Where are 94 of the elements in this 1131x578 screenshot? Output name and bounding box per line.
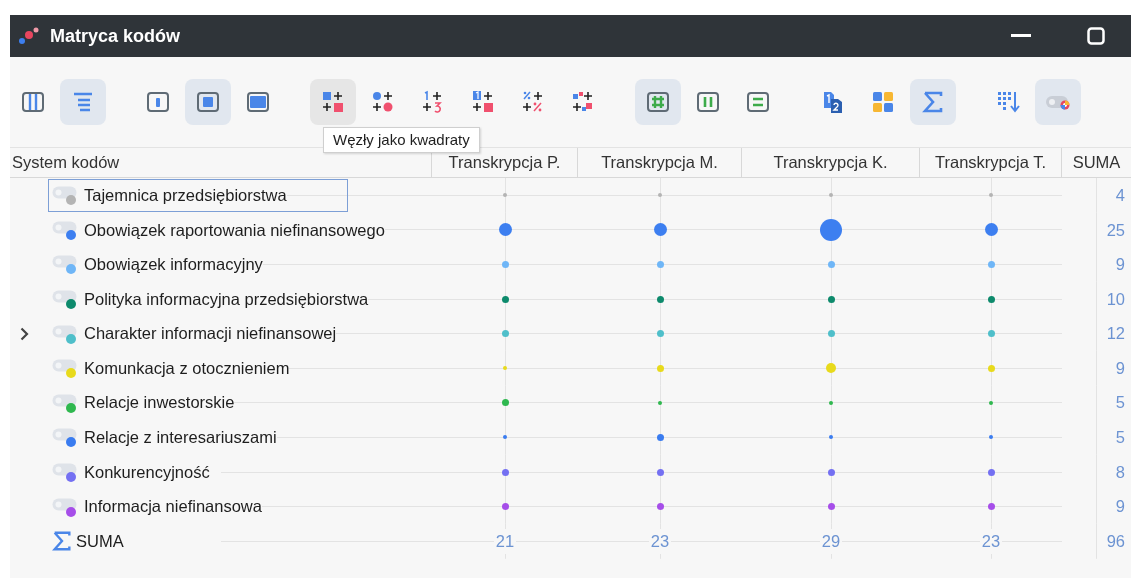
matrix-dot[interactable] bbox=[658, 400, 662, 405]
matrix-dot[interactable] bbox=[984, 223, 998, 237]
toolbar-button[interactable] bbox=[60, 79, 106, 125]
list-icon bbox=[71, 90, 95, 114]
toolbar-button[interactable] bbox=[910, 79, 956, 125]
matrix-dot[interactable] bbox=[503, 435, 507, 440]
matrix-dot[interactable] bbox=[987, 261, 995, 268]
table-row[interactable]: Komunkacja z otocznieniem 9 bbox=[10, 350, 1131, 386]
matrix-dot[interactable] bbox=[827, 295, 835, 303]
column-sum: 23 bbox=[648, 528, 672, 554]
matrix-dot[interactable] bbox=[503, 366, 507, 371]
table-row[interactable]: Obowiązek informacyjny 9 bbox=[10, 247, 1131, 282]
matrix-dot[interactable] bbox=[501, 503, 509, 511]
sigma-icon bbox=[921, 90, 945, 114]
toolbar-button[interactable] bbox=[185, 79, 231, 125]
toggle-icon bbox=[52, 255, 77, 269]
matrix-dot[interactable] bbox=[987, 503, 995, 511]
matrix-dot[interactable] bbox=[501, 330, 509, 338]
matrix-dot[interactable] bbox=[989, 400, 993, 405]
matrix-dot[interactable] bbox=[656, 503, 664, 511]
matrix-dot[interactable] bbox=[827, 330, 835, 338]
matrix-dot[interactable] bbox=[987, 330, 995, 338]
matrix-dot[interactable] bbox=[987, 295, 995, 303]
matrix-dot[interactable] bbox=[501, 468, 509, 476]
tiles-icon bbox=[871, 90, 895, 114]
small-box-icon bbox=[146, 90, 170, 114]
circles-icon bbox=[371, 90, 395, 114]
tooltip: Węzły jako kwadraty bbox=[323, 127, 480, 153]
hash-grid-icon bbox=[646, 90, 670, 114]
table-row[interactable]: Charakter informacji niefinansowej 12 bbox=[10, 316, 1131, 351]
matrix-dot[interactable] bbox=[829, 435, 833, 440]
table-row[interactable]: Polityka informacyjna przedsiębiorstwa 10 bbox=[10, 281, 1131, 317]
percent-icon bbox=[521, 90, 545, 114]
matrix-dot[interactable] bbox=[656, 295, 664, 303]
toggle-icon bbox=[52, 497, 77, 511]
matrix-dot[interactable] bbox=[827, 468, 835, 476]
mixed-squares-icon bbox=[571, 90, 595, 114]
squares-icon bbox=[321, 90, 345, 114]
table-row[interactable]: Obowiązek raportowania niefinansowego 25 bbox=[10, 212, 1131, 248]
matrix-dot[interactable] bbox=[829, 400, 833, 405]
matrix-dot[interactable] bbox=[653, 223, 667, 237]
toggle-icon bbox=[52, 290, 77, 304]
matrix-dot[interactable] bbox=[656, 364, 664, 372]
matrix-dot[interactable] bbox=[503, 193, 507, 198]
toggle-icon bbox=[52, 324, 77, 338]
toggle-icon bbox=[52, 428, 77, 442]
medium-box-icon bbox=[196, 90, 220, 114]
matrix-dot[interactable] bbox=[987, 468, 995, 476]
matrix-dot[interactable] bbox=[656, 330, 664, 338]
app-logo-icon bbox=[18, 26, 40, 46]
matrix-dot[interactable] bbox=[829, 193, 833, 198]
matrix-dot[interactable] bbox=[658, 193, 662, 198]
matrix-dot[interactable] bbox=[501, 261, 509, 268]
table-row[interactable]: Relacje inwestorskie 5 bbox=[10, 385, 1131, 421]
chevron-right-icon[interactable] bbox=[19, 326, 29, 341]
column-sum: 21 bbox=[493, 528, 517, 554]
number-boxes-icon bbox=[471, 90, 495, 114]
toolbar-button[interactable] bbox=[310, 79, 356, 125]
table-row[interactable]: Informacja niefinansowa 9 bbox=[10, 489, 1131, 524]
table-row[interactable]: Relacje z interesariuszami 5 bbox=[10, 420, 1131, 455]
sort-down-icon bbox=[996, 90, 1020, 114]
toggle-icon bbox=[52, 359, 77, 373]
toggle-icon bbox=[52, 220, 77, 234]
equals-grid-icon bbox=[746, 90, 770, 114]
minimize-icon[interactable] bbox=[1011, 34, 1031, 38]
large-box-icon bbox=[246, 90, 270, 114]
toggle-icon bbox=[52, 393, 77, 407]
matrix-dot[interactable] bbox=[989, 435, 993, 440]
toggle-icon bbox=[52, 463, 77, 477]
pause-grid-icon bbox=[696, 90, 720, 114]
matrix-dot[interactable] bbox=[827, 503, 835, 511]
column-sum: 29 bbox=[819, 528, 843, 554]
matrix-dot[interactable] bbox=[656, 468, 664, 476]
maximize-icon[interactable] bbox=[1087, 27, 1105, 45]
matrix-dot[interactable] bbox=[501, 295, 509, 303]
table-row[interactable]: Konkurencyjność 8 bbox=[10, 454, 1131, 490]
toggle-icon bbox=[52, 186, 77, 200]
matrix-dot[interactable] bbox=[987, 364, 995, 372]
matrix-dot[interactable] bbox=[827, 261, 835, 268]
matrix-dot[interactable] bbox=[656, 261, 664, 268]
window-title: Matryca kodów bbox=[50, 24, 181, 48]
documents-icon bbox=[821, 90, 845, 114]
table-row[interactable]: Tajemnica przedsiębiorstwa 4 bbox=[10, 178, 1131, 213]
sigma-icon bbox=[51, 530, 73, 553]
numbers-icon bbox=[421, 90, 445, 114]
matrix-dot[interactable] bbox=[498, 223, 512, 237]
columns-icon bbox=[21, 90, 45, 114]
toolbar-button[interactable] bbox=[635, 79, 681, 125]
matrix-dot[interactable] bbox=[501, 399, 509, 407]
matrix-dot[interactable] bbox=[820, 218, 842, 241]
matrix-dot[interactable] bbox=[826, 363, 836, 374]
column-sum: 23 bbox=[979, 528, 1003, 554]
matrix-dot[interactable] bbox=[656, 433, 664, 441]
matrix-dot[interactable] bbox=[989, 193, 993, 198]
